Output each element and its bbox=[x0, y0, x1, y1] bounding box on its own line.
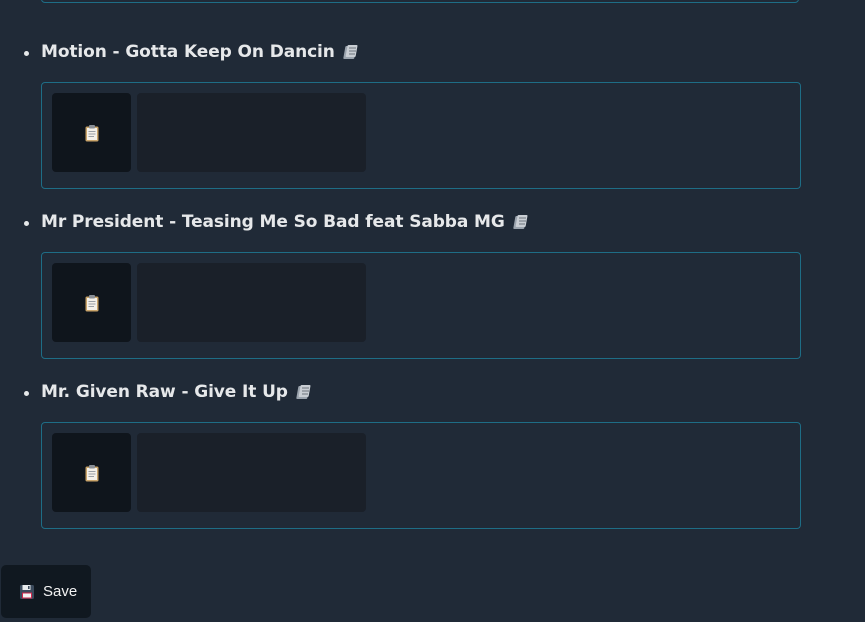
track-card bbox=[41, 82, 801, 189]
paste-button[interactable] bbox=[52, 93, 131, 172]
paste-button[interactable] bbox=[52, 263, 131, 342]
track-title: Mr. Given Raw - Give It Up bbox=[41, 382, 288, 402]
save-button[interactable]: Save bbox=[1, 565, 91, 618]
track-title-row: Mr President - Teasing Me So Bad feat Sa… bbox=[41, 209, 531, 235]
list-bullet bbox=[24, 221, 29, 226]
list-bullet bbox=[24, 391, 29, 396]
page: Motion - Gotta Keep On Dancin Mr Preside… bbox=[0, 0, 865, 622]
paste-button[interactable] bbox=[52, 433, 131, 512]
previous-track-card bbox=[41, 0, 799, 3]
books-icon[interactable] bbox=[343, 43, 361, 61]
content-slot bbox=[137, 263, 366, 342]
floppy-disk-icon bbox=[20, 584, 34, 599]
clipboard-icon bbox=[85, 124, 98, 141]
track-title: Motion - Gotta Keep On Dancin bbox=[41, 42, 335, 62]
books-icon[interactable] bbox=[513, 213, 531, 231]
track-title-row: Mr. Given Raw - Give It Up bbox=[41, 379, 314, 405]
books-icon[interactable] bbox=[296, 383, 314, 401]
track-title: Mr President - Teasing Me So Bad feat Sa… bbox=[41, 212, 505, 232]
save-button-label: Save bbox=[43, 583, 78, 600]
clipboard-icon bbox=[85, 294, 98, 311]
content-slot bbox=[137, 433, 366, 512]
list-bullet bbox=[24, 51, 29, 56]
track-card bbox=[41, 422, 801, 529]
track-title-row: Motion - Gotta Keep On Dancin bbox=[41, 39, 361, 65]
track-card bbox=[41, 252, 801, 359]
content-slot bbox=[137, 93, 366, 172]
clipboard-icon bbox=[85, 464, 98, 481]
